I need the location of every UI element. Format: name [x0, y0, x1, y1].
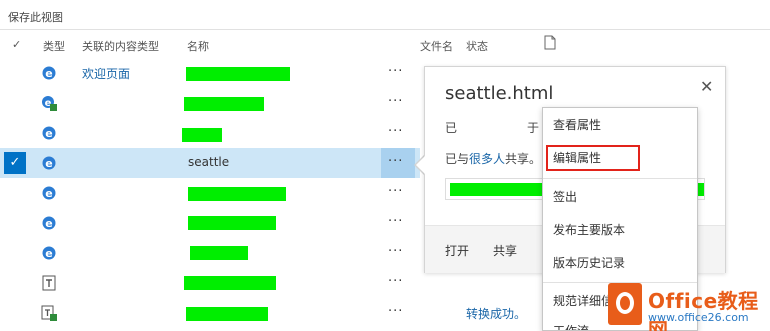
row-checkbox-checked[interactable]: ✓	[4, 152, 26, 174]
svg-text:e: e	[45, 157, 52, 170]
divider	[0, 29, 770, 30]
name-redacted[interactable]	[188, 216, 276, 230]
table-row[interactable]: e 欢迎页面 ···	[0, 58, 420, 88]
menu-item-checkout[interactable]: 签出	[543, 182, 697, 212]
ie-page-icon: e	[42, 156, 56, 170]
select-all-check[interactable]: ✓	[12, 38, 21, 51]
svg-text:e: e	[45, 217, 52, 230]
menu-item-view-properties[interactable]: 查看属性	[543, 110, 697, 140]
ie-page-icon: e	[42, 126, 56, 140]
row-ellipsis-button[interactable]: ···	[388, 94, 403, 109]
menu-item-edit-properties[interactable]: 编辑属性	[546, 145, 640, 171]
share-button[interactable]: 共享	[493, 242, 517, 259]
table-row[interactable]: e ···	[0, 178, 420, 208]
callout-title: seattle.html	[445, 83, 554, 104]
content-type-link[interactable]: 欢迎页面	[82, 65, 130, 82]
row-ellipsis-button[interactable]: ···	[388, 274, 403, 289]
svg-text:e: e	[45, 247, 52, 260]
document-column-icon	[544, 35, 556, 50]
name-redacted[interactable]	[182, 128, 222, 142]
row-ellipsis-button[interactable]: ···	[388, 304, 403, 319]
name-redacted[interactable]	[188, 187, 286, 201]
row-ellipsis-button[interactable]: ···	[388, 244, 403, 259]
row-ellipsis-button[interactable]: ···	[388, 64, 403, 79]
save-view-link[interactable]: 保存此视图	[8, 9, 63, 25]
callout-share-info: 已与很多人共享。	[445, 152, 542, 166]
name-redacted[interactable]	[186, 67, 290, 81]
file-name-link[interactable]: seattle	[188, 155, 229, 169]
name-redacted[interactable]	[184, 276, 276, 290]
table-row[interactable]: ···	[0, 298, 420, 328]
column-header-status[interactable]: 状态	[466, 38, 488, 54]
table-row[interactable]: ···	[0, 268, 420, 298]
text-page-icon	[42, 275, 56, 291]
url-redacted	[450, 183, 550, 196]
open-button[interactable]: 打开	[445, 242, 469, 259]
watermark: Office教程网 www.office26.com	[608, 283, 770, 331]
close-icon[interactable]: ✕	[700, 77, 713, 96]
ie-page-icon: e	[42, 216, 56, 230]
shared-with-link[interactable]: 很多人	[469, 152, 505, 166]
name-redacted[interactable]	[184, 97, 264, 111]
menu-item-version-history[interactable]: 版本历史记录	[543, 248, 697, 278]
name-redacted[interactable]	[190, 246, 248, 260]
ie-page-icon: e	[42, 186, 56, 200]
column-header-content-type[interactable]: 关联的内容类型	[82, 38, 159, 54]
column-header-file-name[interactable]: 文件名	[420, 38, 453, 54]
ie-page-icon: e	[42, 246, 56, 260]
table-row[interactable]: e ···	[0, 208, 420, 238]
ie-page-converted-icon: e	[42, 96, 57, 111]
office-logo-icon	[608, 283, 642, 325]
callout-arrow-fill	[416, 156, 425, 174]
watermark-url: www.office26.com	[648, 311, 749, 324]
svg-text:e: e	[45, 67, 52, 80]
ie-page-icon: e	[42, 66, 56, 80]
name-redacted[interactable]	[186, 307, 268, 321]
table-row[interactable]: e ···	[0, 238, 420, 268]
column-header-name[interactable]: 名称	[187, 38, 209, 54]
table-row-selected[interactable]: ✓ e seattle ···	[0, 148, 420, 178]
table-row[interactable]: e ···	[0, 118, 420, 148]
top-bar: 保存此视图	[0, 0, 770, 30]
row-ellipsis-button[interactable]: ···	[388, 124, 403, 139]
menu-item-publish-major[interactable]: 发布主要版本	[543, 215, 697, 245]
watermark-title: Office教程网	[648, 289, 759, 331]
table-row[interactable]: e ···	[0, 88, 420, 118]
svg-text:e: e	[45, 187, 52, 200]
row-ellipsis-button[interactable]: ···	[388, 214, 403, 229]
text-page-converted-icon	[41, 305, 57, 321]
svg-text:e: e	[45, 127, 52, 140]
row-ellipsis-button[interactable]: ···	[388, 184, 403, 199]
menu-divider	[543, 178, 697, 179]
column-header-type[interactable]: 类型	[43, 38, 65, 54]
row-ellipsis-button[interactable]: ···	[388, 154, 403, 169]
status-text: 转换成功。	[466, 307, 527, 321]
